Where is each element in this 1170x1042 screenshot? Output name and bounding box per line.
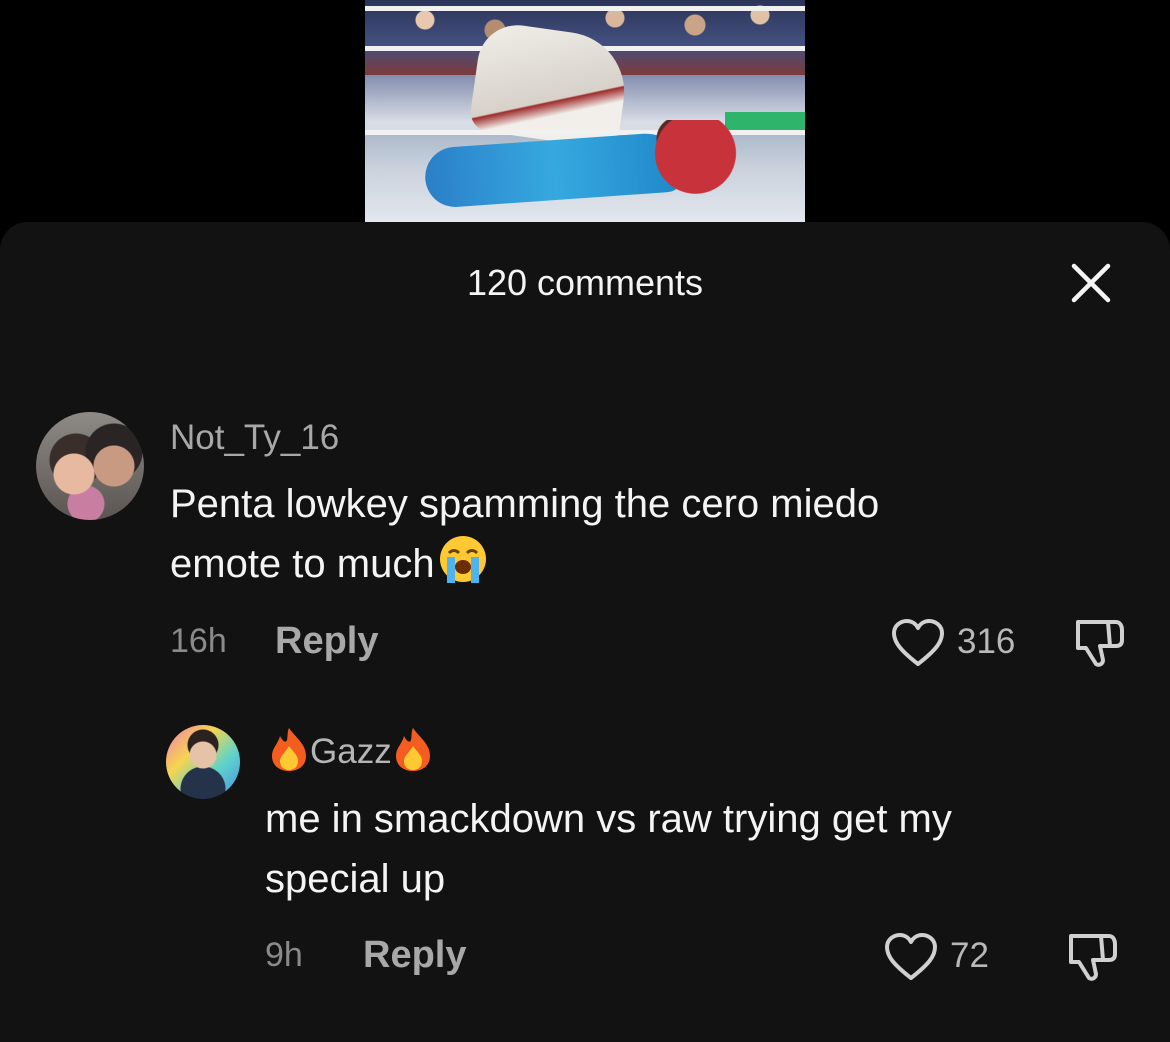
thumbs-down-icon	[1076, 620, 1124, 667]
loudly-crying-emoji-icon	[439, 536, 486, 584]
comments-count-title: 120 comments	[466, 262, 704, 303]
comments-sheet: 120 comments Not_Ty_16 Penta lowkey spam…	[0, 222, 1170, 1042]
video-thumbnail[interactable]	[365, 0, 805, 222]
ring-rope	[365, 6, 805, 11]
reply-button[interactable]: Reply	[363, 934, 466, 977]
like-button[interactable]	[883, 932, 939, 987]
dislike-button[interactable]	[1070, 616, 1126, 675]
like-count: 316	[957, 622, 1016, 661]
comment-username[interactable]: Not_Ty_16	[170, 418, 339, 458]
comment-timestamp: 9h	[265, 936, 303, 974]
comment-username[interactable]: Gazz	[310, 732, 392, 771]
like-count: 72	[950, 936, 989, 975]
reply-button[interactable]: Reply	[275, 620, 378, 663]
comment-text: me in smackdown vs raw trying get my spe…	[265, 797, 952, 901]
close-icon	[1071, 263, 1111, 303]
comment-username-row[interactable]: Gazz	[268, 727, 434, 772]
like-button[interactable]	[890, 618, 946, 673]
comment-text: Penta lowkey spamming the cero miedo emo…	[170, 474, 879, 594]
thumbs-down-icon	[1069, 934, 1117, 981]
comment-timestamp: 16h	[170, 622, 227, 660]
avatar[interactable]	[166, 725, 240, 799]
heart-outline-icon	[892, 619, 944, 666]
avatar[interactable]	[36, 412, 144, 520]
fire-emoji-icon	[395, 727, 430, 771]
fire-emoji-icon	[272, 727, 306, 771]
comment-text-body: Penta lowkey spamming the cero miedo emo…	[170, 482, 880, 586]
close-button[interactable]	[1066, 258, 1116, 308]
wrestler-red	[635, 120, 745, 215]
dislike-button[interactable]	[1063, 930, 1119, 989]
heart-outline-icon	[885, 933, 937, 980]
